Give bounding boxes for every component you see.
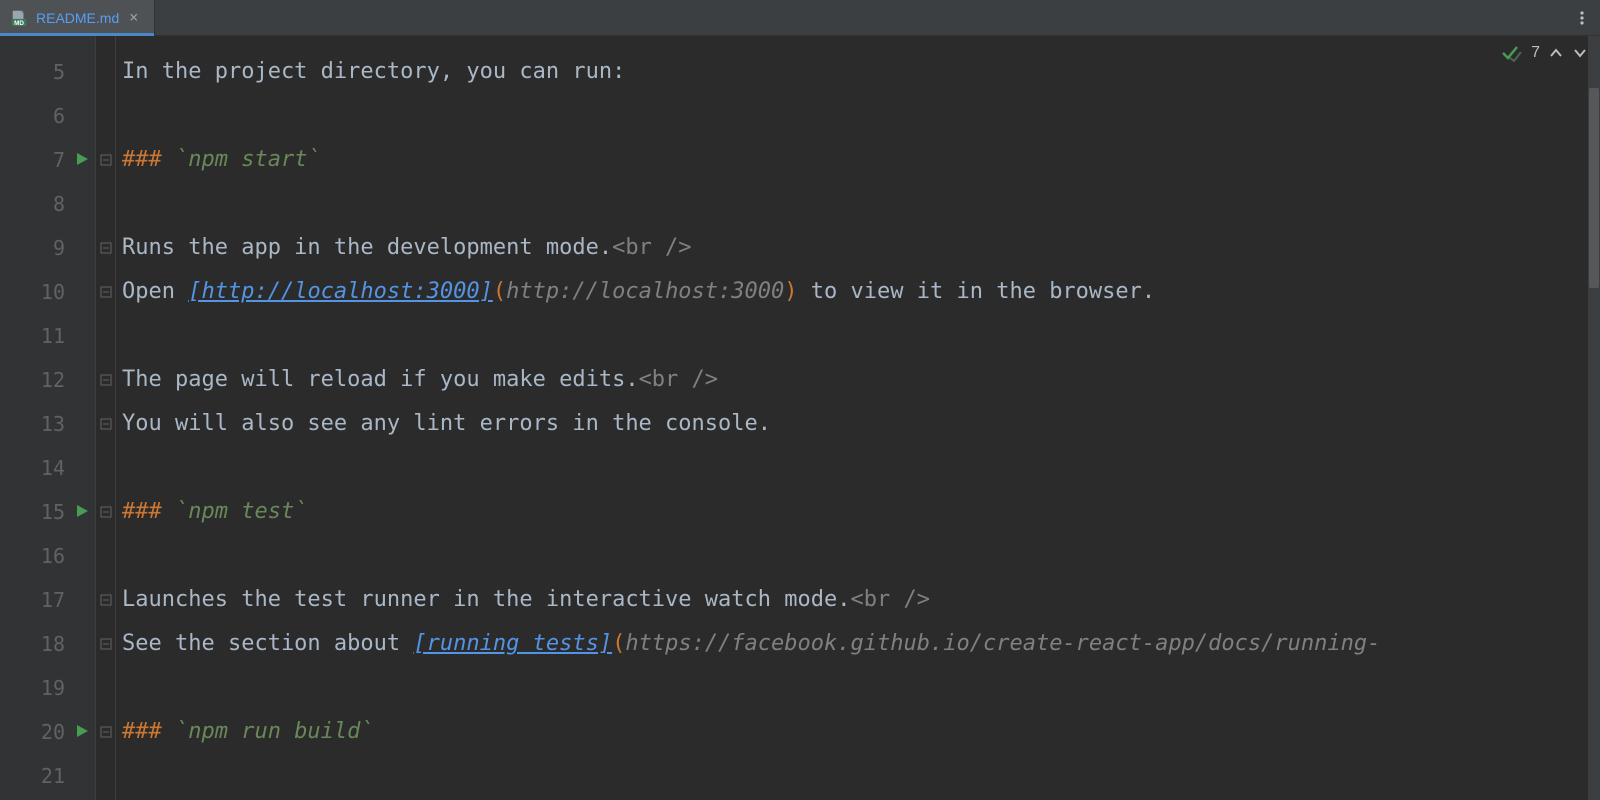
fold-marker[interactable] xyxy=(96,226,115,270)
code-line[interactable]: ### `npm test` xyxy=(122,490,1600,534)
fold-marker[interactable] xyxy=(96,578,115,622)
line-number[interactable]: 19 xyxy=(0,666,95,710)
inspection-count: 7 xyxy=(1531,44,1540,62)
scrollbar-thumb[interactable] xyxy=(1589,88,1599,288)
fold-marker[interactable] xyxy=(96,358,115,402)
line-number[interactable]: 12 xyxy=(0,358,95,402)
fold-marker xyxy=(96,50,115,94)
inspection-prev-icon[interactable] xyxy=(1548,45,1564,61)
tab-close-icon[interactable]: × xyxy=(127,10,140,25)
code-line[interactable]: ### `npm run build` xyxy=(122,710,1600,754)
code-line[interactable] xyxy=(122,314,1600,358)
fold-marker xyxy=(96,182,115,226)
code-line[interactable] xyxy=(122,754,1600,798)
fold-marker xyxy=(96,754,115,798)
run-gutter-icon[interactable] xyxy=(75,723,89,742)
fold-marker[interactable] xyxy=(96,402,115,446)
code-line[interactable]: The page will reload if you make edits.<… xyxy=(122,358,1600,402)
tab-label: README.md xyxy=(36,10,119,26)
markdown-file-icon: MD xyxy=(10,9,28,27)
line-number[interactable]: 20 xyxy=(0,710,95,754)
fold-marker[interactable] xyxy=(96,622,115,666)
line-number[interactable]: 15 xyxy=(0,490,95,534)
fold-marker[interactable] xyxy=(96,490,115,534)
code-line[interactable]: You will also see any lint errors in the… xyxy=(122,402,1600,446)
fold-column[interactable] xyxy=(96,36,116,800)
line-number[interactable]: 17 xyxy=(0,578,95,622)
code-line[interactable]: See the section about [running tests](ht… xyxy=(122,622,1600,666)
svg-text:MD: MD xyxy=(14,19,24,26)
scrollbar-track[interactable] xyxy=(1588,36,1600,800)
code-line[interactable]: In the project directory, you can run: xyxy=(122,50,1600,94)
line-number[interactable]: 9 xyxy=(0,226,95,270)
code-content[interactable]: In the project directory, you can run: ##… xyxy=(116,36,1600,800)
line-number[interactable]: 6 xyxy=(0,94,95,138)
line-number[interactable]: 13 xyxy=(0,402,95,446)
fold-marker xyxy=(96,94,115,138)
line-number[interactable]: 18 xyxy=(0,622,95,666)
line-number[interactable]: 5 xyxy=(0,50,95,94)
line-number[interactable]: 8 xyxy=(0,182,95,226)
fold-marker xyxy=(96,446,115,490)
inspection-next-icon[interactable] xyxy=(1572,45,1588,61)
code-line[interactable]: Runs the app in the development mode.<br… xyxy=(122,226,1600,270)
line-number[interactable]: 21 xyxy=(0,754,95,798)
line-number[interactable]: 14 xyxy=(0,446,95,490)
code-line[interactable] xyxy=(122,94,1600,138)
tab-readme[interactable]: MD README.md × xyxy=(0,0,155,35)
code-line[interactable]: ### `npm start` xyxy=(122,138,1600,182)
line-number-gutter[interactable]: 56789101112131415161718192021 xyxy=(0,36,96,800)
code-line[interactable] xyxy=(122,534,1600,578)
tab-bar: MD README.md × xyxy=(0,0,1600,36)
run-gutter-icon[interactable] xyxy=(75,503,89,522)
fold-marker xyxy=(96,534,115,578)
line-number[interactable]: 16 xyxy=(0,534,95,578)
code-line[interactable] xyxy=(122,666,1600,710)
fold-marker xyxy=(96,666,115,710)
line-number[interactable]: 11 xyxy=(0,314,95,358)
fold-marker xyxy=(96,314,115,358)
fold-marker[interactable] xyxy=(96,270,115,314)
run-gutter-icon[interactable] xyxy=(75,151,89,170)
line-number[interactable]: 7 xyxy=(0,138,95,182)
code-line[interactable] xyxy=(122,182,1600,226)
tab-overflow-menu-icon[interactable] xyxy=(1564,0,1600,35)
line-number[interactable]: 10 xyxy=(0,270,95,314)
fold-marker[interactable] xyxy=(96,710,115,754)
inspection-widget: 7 xyxy=(1497,42,1592,64)
code-line[interactable] xyxy=(122,446,1600,490)
inspection-checkmark-icon[interactable] xyxy=(1501,44,1523,62)
code-line[interactable]: Launches the test runner in the interact… xyxy=(122,578,1600,622)
fold-marker[interactable] xyxy=(96,138,115,182)
editor-area[interactable]: 56789101112131415161718192021 In the pro… xyxy=(0,36,1600,800)
code-line[interactable]: Open [http://localhost:3000](http://loca… xyxy=(122,270,1600,314)
